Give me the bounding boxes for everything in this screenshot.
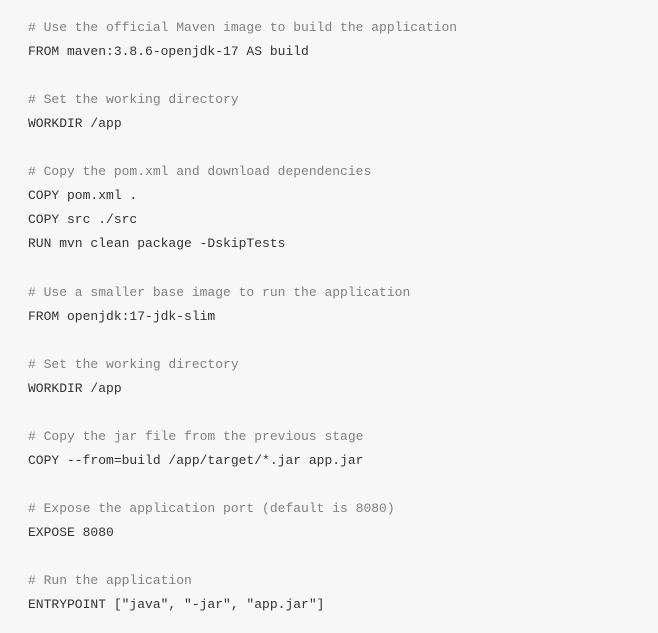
code-line: # Expose the application port (default i… — [28, 497, 630, 521]
code-line: # Use a smaller base image to run the ap… — [28, 281, 630, 305]
code-line — [28, 136, 630, 160]
code-line: EXPOSE 8080 — [28, 521, 630, 545]
code-line — [28, 256, 630, 280]
code-line: ENTRYPOINT ["java", "-jar", "app.jar"] — [28, 593, 630, 617]
code-line: WORKDIR /app — [28, 377, 630, 401]
code-line — [28, 545, 630, 569]
dockerfile-code-block: # Use the official Maven image to build … — [28, 16, 630, 617]
code-line: # Use the official Maven image to build … — [28, 16, 630, 40]
code-line: # Run the application — [28, 569, 630, 593]
code-line: # Copy the jar file from the previous st… — [28, 425, 630, 449]
code-line — [28, 473, 630, 497]
code-line: FROM openjdk:17-jdk-slim — [28, 305, 630, 329]
code-line — [28, 64, 630, 88]
code-line — [28, 329, 630, 353]
code-line: COPY src ./src — [28, 208, 630, 232]
code-line: RUN mvn clean package -DskipTests — [28, 232, 630, 256]
code-line — [28, 401, 630, 425]
code-line: COPY pom.xml . — [28, 184, 630, 208]
code-line: WORKDIR /app — [28, 112, 630, 136]
code-line: # Set the working directory — [28, 88, 630, 112]
code-line: # Copy the pom.xml and download dependen… — [28, 160, 630, 184]
code-line: FROM maven:3.8.6-openjdk-17 AS build — [28, 40, 630, 64]
code-line: # Set the working directory — [28, 353, 630, 377]
code-line: COPY --from=build /app/target/*.jar app.… — [28, 449, 630, 473]
